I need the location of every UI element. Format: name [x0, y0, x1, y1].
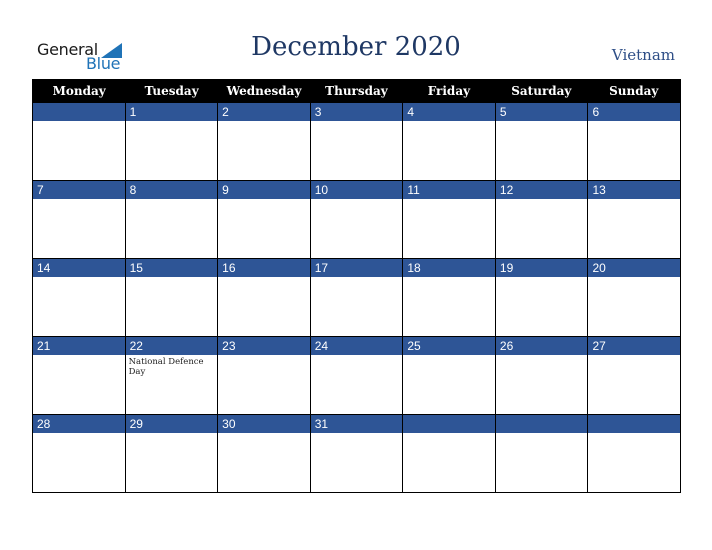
weeks-container: 1 2 3 4 5 6 7 8 9 10 11 12 13 14 15 16 17 18 19 20 21 22 Natio…: [33, 103, 681, 492]
date-number: 29: [125, 415, 218, 433]
date-number: 24: [310, 337, 403, 355]
weekday-friday: Friday: [427, 84, 471, 98]
date-number: [588, 415, 681, 433]
date-number: 18: [403, 259, 495, 277]
week-row: 7 8 9 10 11 12 13: [33, 180, 681, 258]
day-cell[interactable]: 23: [217, 337, 310, 414]
day-cell[interactable]: 9: [217, 181, 310, 258]
week-row: 21 22 National Defence Day 23 24 25 26 27: [33, 336, 681, 414]
date-number: 13: [588, 181, 681, 199]
day-cell[interactable]: 30: [217, 415, 310, 492]
date-number: [495, 415, 588, 433]
weekday-monday: Monday: [52, 84, 106, 98]
date-number: 31: [310, 415, 403, 433]
holiday-event: National Defence Day: [128, 357, 204, 377]
date-number: 20: [588, 259, 681, 277]
country-label: Vietnam: [611, 46, 675, 64]
day-cell[interactable]: 2: [217, 103, 310, 180]
date-number: 23: [218, 337, 310, 355]
calendar-title: December 2020: [251, 32, 461, 62]
date-number: 10: [310, 181, 403, 199]
date-number: 2: [218, 103, 310, 121]
date-number: [403, 415, 495, 433]
date-number: 22: [125, 337, 218, 355]
day-cell[interactable]: 29: [124, 415, 218, 492]
day-cell[interactable]: 28: [33, 415, 125, 492]
date-number: 17: [310, 259, 403, 277]
day-cell[interactable]: 27: [587, 337, 681, 414]
day-cell[interactable]: 4: [402, 103, 495, 180]
date-number: 8: [125, 181, 218, 199]
day-cell[interactable]: 26: [494, 337, 588, 414]
weekday-tuesday: Tuesday: [144, 84, 199, 98]
day-cell[interactable]: 12: [494, 181, 588, 258]
day-cell[interactable]: 11: [402, 181, 495, 258]
day-cell[interactable]: 14: [33, 259, 125, 336]
date-number: [33, 103, 125, 121]
weekday-sunday: Sunday: [609, 84, 659, 98]
day-cell[interactable]: [494, 415, 588, 492]
day-cell[interactable]: 16: [217, 259, 310, 336]
day-cell[interactable]: [587, 415, 681, 492]
day-cell[interactable]: 8: [124, 181, 218, 258]
date-number: 28: [33, 415, 125, 433]
date-number: 5: [495, 103, 588, 121]
day-cell[interactable]: 19: [494, 259, 588, 336]
date-number: 1: [125, 103, 218, 121]
date-number: 9: [218, 181, 310, 199]
day-cell[interactable]: 22 National Defence Day: [124, 337, 218, 414]
date-number: 11: [403, 181, 495, 199]
day-cell[interactable]: [33, 103, 125, 180]
weekday-wednesday: Wednesday: [226, 84, 302, 98]
day-cell[interactable]: [402, 415, 495, 492]
day-cell[interactable]: 10: [309, 181, 403, 258]
calendar-grid: Monday Tuesday Wednesday Thursday Friday…: [32, 79, 681, 493]
date-number: 26: [495, 337, 588, 355]
day-cell[interactable]: 6: [587, 103, 681, 180]
day-cell[interactable]: 5: [494, 103, 588, 180]
date-number: 4: [403, 103, 495, 121]
weekday-saturday: Saturday: [511, 84, 572, 98]
week-row: 28 29 30 31: [33, 414, 681, 492]
date-number: 25: [403, 337, 495, 355]
day-cell[interactable]: 17: [309, 259, 403, 336]
week-row: 123456: [33, 103, 681, 180]
day-cell[interactable]: 15: [124, 259, 218, 336]
day-cell[interactable]: 13: [587, 181, 681, 258]
weekday-header: Monday Tuesday Wednesday Thursday Friday…: [33, 80, 680, 103]
day-cell[interactable]: 31: [309, 415, 403, 492]
weekday-thursday: Thursday: [325, 84, 388, 98]
date-number: 27: [588, 337, 681, 355]
week-row: 14 15 16 17 18 19 20: [33, 258, 681, 336]
day-cell[interactable]: 24: [309, 337, 403, 414]
date-number: 19: [495, 259, 588, 277]
date-number: 12: [495, 181, 588, 199]
day-cell[interactable]: 21: [33, 337, 125, 414]
day-cell[interactable]: 3: [309, 103, 403, 180]
date-number: 7: [33, 181, 125, 199]
date-number: 21: [33, 337, 125, 355]
date-number: 30: [218, 415, 310, 433]
day-cell[interactable]: 20: [587, 259, 681, 336]
date-number: 15: [125, 259, 218, 277]
day-cell[interactable]: 18: [402, 259, 495, 336]
day-cell[interactable]: 1: [124, 103, 218, 180]
day-cell[interactable]: 7: [33, 181, 125, 258]
date-number: 16: [218, 259, 310, 277]
date-number: 3: [310, 103, 403, 121]
day-cell[interactable]: 25: [402, 337, 495, 414]
date-number: 14: [33, 259, 125, 277]
date-number: 6: [588, 103, 681, 121]
